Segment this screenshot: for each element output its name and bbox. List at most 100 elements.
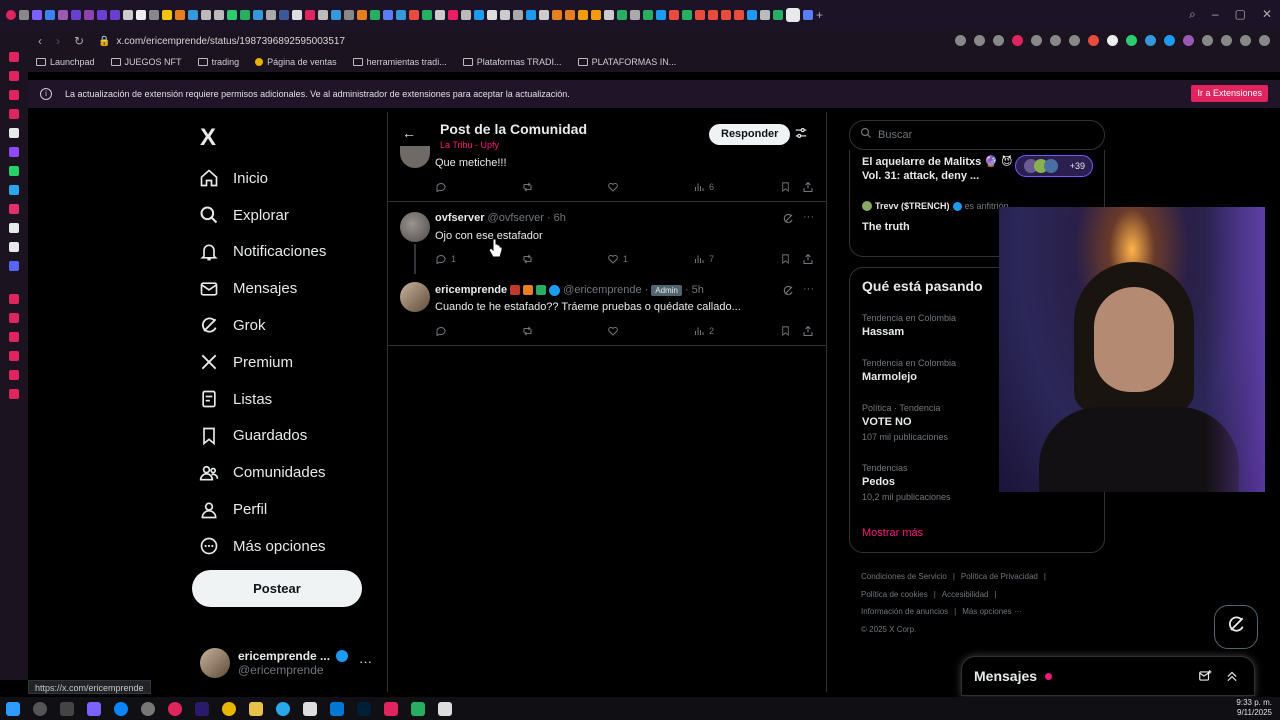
panel-icon[interactable] (9, 90, 19, 100)
repost-action[interactable] (521, 253, 538, 265)
tab-icon[interactable] (32, 10, 42, 20)
app-icon[interactable] (411, 701, 425, 716)
nav-item-comunidades[interactable]: Comunidades (198, 454, 326, 491)
nav-item-premium[interactable]: Premium (198, 344, 326, 381)
forward-nav-icon[interactable]: › (56, 34, 60, 48)
go-to-extensions-button[interactable]: Ir a Extensiones (1191, 85, 1268, 102)
share-action[interactable] (802, 181, 814, 193)
maximize-icon[interactable]: ▢ (1235, 7, 1246, 22)
tab-icon[interactable] (565, 10, 575, 20)
extension-icon[interactable] (1126, 35, 1137, 46)
tab-icon[interactable] (266, 10, 276, 20)
task-view-icon[interactable] (60, 701, 74, 716)
instagram-icon[interactable] (9, 204, 19, 214)
tiktok-icon[interactable] (9, 223, 19, 233)
tab-icon[interactable] (656, 10, 666, 20)
account-switcher[interactable]: ericemprende ... @ericemprende ··· (200, 646, 380, 680)
address-bar[interactable]: ‹ › ↻ 🔒 x.com/ericemprende/status/198739… (28, 30, 1280, 52)
vivaldi-logo-icon[interactable] (6, 10, 16, 20)
grok-explain-icon[interactable] (782, 284, 794, 302)
extension-icon[interactable] (1050, 35, 1061, 46)
footer-link[interactable]: Política de cookies (861, 590, 928, 599)
tab-icon[interactable] (604, 10, 614, 20)
views-action[interactable]: 6 (693, 181, 714, 193)
tab-icon[interactable] (708, 10, 718, 20)
tab-icon[interactable] (123, 10, 133, 20)
tab-icon[interactable] (682, 10, 692, 20)
search-box[interactable] (849, 120, 1105, 150)
tab-icon[interactable] (773, 10, 783, 20)
photoshop-icon[interactable] (357, 701, 371, 716)
tab-icon[interactable] (19, 10, 29, 20)
extension-icon[interactable] (1164, 35, 1175, 46)
zoom-icon[interactable] (955, 35, 966, 46)
extension-icon[interactable] (1107, 35, 1118, 46)
tab-icon[interactable] (331, 10, 341, 20)
tab-icon[interactable] (84, 10, 94, 20)
minimize-icon[interactable]: – (1212, 7, 1219, 22)
url-text[interactable]: x.com/ericemprende/status/19873968925950… (117, 36, 346, 47)
more-options-icon[interactable]: ··· (359, 654, 372, 669)
capcut-icon[interactable] (303, 701, 317, 716)
author-name[interactable]: ovfserver (435, 212, 485, 224)
premiere-icon[interactable] (195, 701, 209, 716)
trend-item[interactable]: Política · Tendencia VOTE NO 107 mil pub… (862, 403, 948, 442)
trend-item[interactable]: Tendencia en Colombia Marmolejo (862, 358, 956, 383)
tweet-item[interactable]: ericemprende @ericemprende · Admin · 5h … (388, 274, 826, 346)
filter-sliders-icon[interactable] (794, 126, 808, 145)
panel-icon[interactable] (9, 389, 19, 399)
bookmark-action[interactable] (780, 253, 791, 265)
extension-icon[interactable] (1012, 35, 1023, 46)
back-nav-icon[interactable]: ‹ (38, 34, 42, 48)
telegram-icon[interactable] (276, 701, 290, 716)
tab-icon[interactable] (526, 10, 536, 20)
reply-button[interactable]: Responder (709, 124, 791, 145)
nav-item-listas[interactable]: Listas (198, 381, 326, 418)
tab-icon[interactable] (487, 10, 497, 20)
reply-action[interactable] (435, 181, 451, 193)
panel-icon[interactable] (9, 71, 19, 81)
outlook-icon[interactable] (330, 701, 344, 716)
avatar[interactable] (400, 212, 430, 242)
tab-icon[interactable] (513, 10, 523, 20)
panel-icon[interactable] (9, 351, 19, 361)
grok-floating-button[interactable] (1214, 605, 1258, 649)
tab-icon[interactable] (448, 10, 458, 20)
whatsapp-icon[interactable] (9, 166, 19, 176)
search-input[interactable] (878, 129, 1078, 141)
panel-icon[interactable] (9, 52, 19, 62)
tab-icon[interactable] (669, 10, 679, 20)
tab-icon[interactable] (643, 10, 653, 20)
tweet-time[interactable]: · 6h (547, 212, 566, 224)
tab-icon[interactable] (344, 10, 354, 20)
share-action[interactable] (802, 325, 814, 337)
like-action[interactable] (607, 325, 623, 337)
windows-start-icon[interactable] (6, 701, 20, 716)
panel-icon[interactable] (9, 313, 19, 323)
profile-icon[interactable] (1221, 35, 1232, 46)
search-icon[interactable] (33, 701, 47, 716)
tab-icon[interactable] (695, 10, 705, 20)
tab-icon[interactable] (175, 10, 185, 20)
chevron-up-icon[interactable] (1225, 669, 1239, 688)
repost-action[interactable] (521, 325, 538, 337)
nav-item-mensajes[interactable]: Mensajes (198, 270, 326, 307)
panel-icon[interactable] (9, 128, 19, 138)
tab-icon[interactable] (45, 10, 55, 20)
show-more-link[interactable]: Mostrar más (862, 527, 923, 539)
tab-icon[interactable] (201, 10, 211, 20)
tweet-item[interactable]: Que metiche!!! 6 (388, 146, 826, 202)
panel-icon[interactable] (9, 294, 19, 304)
panel-icon[interactable] (9, 109, 19, 119)
nav-item-grok[interactable]: Grok (198, 307, 326, 344)
tab-icon[interactable] (305, 10, 315, 20)
tab-icon[interactable] (227, 10, 237, 20)
tab-icon[interactable] (58, 10, 68, 20)
tab-icon[interactable] (357, 10, 367, 20)
file-explorer-icon[interactable] (249, 701, 263, 716)
download-icon[interactable] (1240, 35, 1251, 46)
x-panel-icon[interactable] (9, 242, 19, 252)
bookmark-item[interactable]: Plataformas TRADI... (462, 57, 562, 67)
nav-item-inicio[interactable]: Inicio (198, 160, 326, 197)
tab-icon[interactable] (409, 10, 419, 20)
